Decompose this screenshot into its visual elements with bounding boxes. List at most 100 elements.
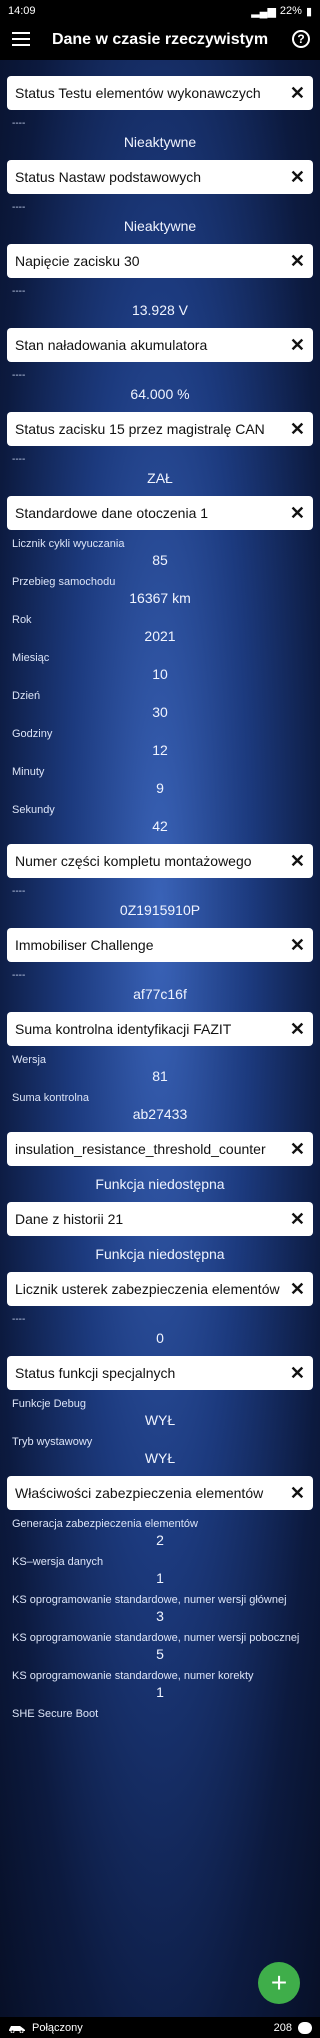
card-header: Właściwości zabezpieczenia elementów ✕ — [7, 1476, 313, 1510]
chat-bubble-icon[interactable] — [298, 2021, 312, 2034]
close-icon[interactable]: ✕ — [290, 1209, 305, 1230]
battery-level: 22% — [279, 5, 302, 17]
card-assembly-part-number: Numer części kompletu montażowego ✕ ----… — [7, 844, 313, 918]
field-label: Rok — [12, 614, 32, 626]
card-header: Status funkcji specjalnych ✕ — [7, 1356, 313, 1390]
field-value: ab27433 — [132, 1106, 188, 1122]
status-bar: 14:09 ▂▄▆ 22% ▮ — [0, 0, 320, 22]
close-icon[interactable]: ✕ — [290, 419, 305, 440]
field-label: Suma kontrolna — [12, 1092, 90, 1104]
field-value: 1 — [156, 1684, 164, 1700]
card-title: Napięcie zacisku 30 — [15, 253, 140, 269]
field-label: Sekundy — [12, 804, 55, 816]
field-value: 81 — [152, 1068, 168, 1084]
card-component-protection-properties: Właściwości zabezpieczenia elementów ✕ G… — [7, 1476, 313, 1720]
close-icon[interactable]: ✕ — [290, 1019, 305, 1040]
close-icon[interactable]: ✕ — [290, 851, 305, 872]
dashes: ---- — [12, 1314, 26, 1325]
card-title: Status funkcji specjalnych — [15, 1365, 176, 1381]
close-icon[interactable]: ✕ — [290, 83, 305, 104]
card-terminal-30-voltage: Napięcie zacisku 30 ✕ ---- 13.928 V — [7, 244, 313, 318]
card-component-protection-faults: Licznik usterek zabezpieczenia elementów… — [7, 1272, 313, 1346]
app-bar: Dane w czasie rzeczywistym ? — [0, 22, 320, 60]
card-title: Status Testu elementów wykonawczych — [15, 85, 261, 101]
card-terminal-15-can: Status zacisku 15 przez magistralę CAN ✕… — [7, 412, 313, 486]
message-count: 208 — [273, 2021, 292, 2034]
field-label: Minuty — [12, 766, 45, 778]
add-button[interactable]: + — [258, 1962, 300, 2004]
card-value: Nieaktywne — [123, 218, 197, 234]
field-value: 5 — [156, 1646, 164, 1662]
close-icon[interactable]: ✕ — [290, 503, 305, 524]
field-value: 16367 km — [129, 590, 191, 606]
field-value: 30 — [152, 704, 168, 720]
card-header: Status Nastaw podstawowych ✕ — [7, 160, 313, 194]
close-icon[interactable]: ✕ — [290, 335, 305, 356]
card-header: Suma kontrolna identyfikacji FAZIT ✕ — [7, 1012, 313, 1046]
field-value: WYŁ — [144, 1412, 176, 1428]
card-title: Status Nastaw podstawowych — [15, 169, 201, 185]
card-title: insulation_resistance_threshold_counter — [15, 1141, 266, 1157]
card-header: Status Testu elementów wykonawczych ✕ — [7, 76, 313, 110]
field-label: Miesiąc — [12, 652, 50, 664]
close-icon[interactable]: ✕ — [290, 167, 305, 188]
status-time: 14:09 — [8, 5, 36, 17]
card-title: Stan naładowania akumulatora — [15, 337, 208, 353]
field-value: 3 — [156, 1608, 164, 1624]
card-title: Immobiliser Challenge — [15, 937, 154, 953]
card-title: Dane z historii 21 — [15, 1211, 124, 1227]
card-header: Stan naładowania akumulatora ✕ — [7, 328, 313, 362]
card-header: Status zacisku 15 przez magistralę CAN ✕ — [7, 412, 313, 446]
field-value: 2021 — [144, 628, 176, 644]
close-icon[interactable]: ✕ — [290, 1139, 305, 1160]
card-title: Standardowe dane otoczenia 1 — [15, 505, 209, 521]
car-icon — [9, 2025, 25, 2033]
field-label: Dzień — [12, 690, 41, 702]
card-title: Właściwości zabezpieczenia elementów — [15, 1485, 264, 1501]
card-header: Standardowe dane otoczenia 1 ✕ — [7, 496, 313, 530]
close-icon[interactable]: ✕ — [290, 1483, 305, 1504]
field-label: SHE Secure Boot — [12, 1708, 99, 1720]
card-basic-settings-status: Status Nastaw podstawowych ✕ ---- Nieakt… — [7, 160, 313, 234]
dashes: ---- — [12, 286, 26, 297]
card-value: 0 — [156, 1330, 164, 1346]
close-icon[interactable]: ✕ — [290, 935, 305, 956]
card-header: Dane z historii 21 ✕ — [7, 1202, 313, 1236]
field-label: Licznik cykli wyuczania — [12, 538, 125, 550]
card-value: Funkcja niedostępna — [95, 1246, 225, 1262]
card-value: 13.928 V — [131, 302, 189, 318]
close-icon[interactable]: ✕ — [290, 251, 305, 272]
card-title: Numer części kompletu montażowego — [15, 853, 252, 869]
dashes: ---- — [12, 886, 26, 897]
field-value: 12 — [152, 742, 168, 758]
dashes: ---- — [12, 202, 26, 213]
card-header: Licznik usterek zabezpieczenia elementów… — [7, 1272, 313, 1306]
card-title: Suma kontrolna identyfikacji FAZIT — [15, 1021, 232, 1037]
card-actuator-test-status: Status Testu elementów wykonawczych ✕ --… — [7, 76, 313, 150]
close-icon[interactable]: ✕ — [290, 1279, 305, 1300]
field-value: 1 — [156, 1570, 164, 1586]
card-special-functions: Status funkcji specjalnych ✕ Funkcje Deb… — [7, 1356, 313, 1466]
cards-list: Status Testu elementów wykonawczych ✕ --… — [0, 76, 320, 1730]
page-title: Dane w czasie rzeczywistym — [51, 31, 269, 48]
card-environment-data: Standardowe dane otoczenia 1 ✕ Licznik c… — [7, 496, 313, 834]
dashes: ---- — [12, 454, 26, 465]
card-header: Numer części kompletu montażowego ✕ — [7, 844, 313, 878]
card-header: insulation_resistance_threshold_counter … — [7, 1132, 313, 1166]
help-icon[interactable]: ? — [292, 30, 310, 48]
field-label: Tryb wystawowy — [12, 1436, 93, 1448]
card-header: Immobiliser Challenge ✕ — [7, 928, 313, 962]
connection-status: Połączony — [32, 2021, 83, 2034]
field-label: Wersja — [12, 1054, 47, 1066]
field-value: 10 — [152, 666, 168, 682]
signal-icon: ▂▄▆ — [251, 5, 276, 18]
dashes: ---- — [12, 370, 26, 381]
card-title: Status zacisku 15 przez magistralę CAN — [15, 421, 265, 437]
field-label: KS–wersja danych — [12, 1556, 104, 1568]
close-icon[interactable]: ✕ — [290, 1363, 305, 1384]
field-label: KS oprogramowanie standardowe, numer wer… — [12, 1632, 300, 1644]
field-value: 9 — [156, 780, 164, 796]
field-label: Funkcje Debug — [12, 1398, 86, 1410]
card-value: 0Z1915910P — [119, 902, 201, 918]
card-title: Licznik usterek zabezpieczenia elementów — [15, 1281, 280, 1297]
